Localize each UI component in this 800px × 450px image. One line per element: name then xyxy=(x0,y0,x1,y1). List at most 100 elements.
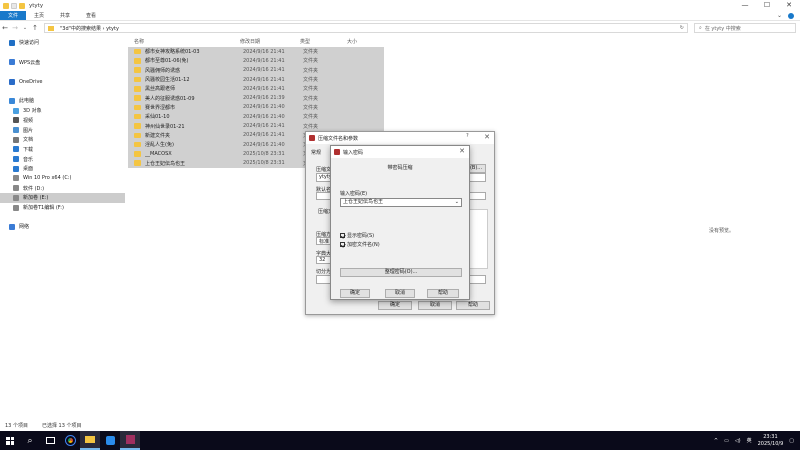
search-icon[interactable]: ⌕ xyxy=(20,431,40,450)
search-input[interactable]: ⌕ 在 ytyty 中搜索 xyxy=(694,23,796,33)
back-arrow-icon[interactable]: ← xyxy=(0,24,10,32)
sidebar-item[interactable]: 桌面 xyxy=(0,164,125,174)
address-bar[interactable]: "3d"中的搜索结果 › ytyty ↻ xyxy=(44,23,688,33)
chevron-up-icon[interactable]: ^ xyxy=(714,438,718,444)
windows-start-icon[interactable] xyxy=(0,431,20,450)
pw-ok-button[interactable]: 确定 xyxy=(340,289,370,298)
password-input[interactable]: 上仓王妃伝鸟也王 ⌄ xyxy=(340,198,462,207)
tab-general[interactable]: 常规 xyxy=(311,149,321,156)
image-icon xyxy=(13,127,19,134)
minimize-button[interactable]: — xyxy=(734,0,756,11)
tab-file[interactable]: 文件 xyxy=(0,11,27,20)
sidebar-item[interactable]: 新加卷T1编辑 (F:) xyxy=(0,203,125,213)
organize-passwords-button[interactable]: 整理密码(O)... xyxy=(340,268,462,277)
close-icon[interactable]: ✕ xyxy=(459,147,465,155)
file-row[interactable]: 赛世界涩都市 2024/9/16 21:40 文件夹 xyxy=(128,102,384,113)
pw-cancel-button[interactable]: 取消 xyxy=(385,289,415,298)
tab-home[interactable]: 主页 xyxy=(26,11,52,20)
desktop-icon xyxy=(13,165,19,172)
sidebar-item[interactable]: 音乐 xyxy=(0,154,125,164)
close-button[interactable]: ✕ xyxy=(778,0,800,11)
notification-icon[interactable]: ▢ xyxy=(789,438,794,444)
sidebar-item[interactable]: 下载 xyxy=(0,145,125,155)
app-icon[interactable] xyxy=(100,431,120,450)
up-arrow-icon[interactable]: ↑ xyxy=(30,24,40,32)
column-type[interactable]: 类型 xyxy=(300,38,347,45)
file-row[interactable]: 都市女神攻略系统01-03 2024/9/16 21:41 文件夹 xyxy=(128,47,384,57)
folder-icon[interactable] xyxy=(19,2,25,9)
tab-share[interactable]: 共享 xyxy=(52,11,78,20)
sidebar-item[interactable]: 网络 xyxy=(0,222,125,232)
folder-icon xyxy=(134,86,141,92)
sidebar-item[interactable]: 文档 xyxy=(0,135,125,145)
file-row[interactable]: 美人的征服诱惑01-09 2024/9/16 21:39 文件夹 xyxy=(128,93,384,103)
file-date: 2024/9/16 21:41 xyxy=(243,85,285,92)
chrome-icon[interactable] xyxy=(60,431,80,450)
file-date: 2024/9/16 21:40 xyxy=(243,141,285,148)
file-row[interactable]: 黑丝高跟老师 2024/9/16 21:41 文件夹 xyxy=(128,84,384,94)
column-name[interactable]: 名称 xyxy=(128,38,240,45)
sidebar-item-label: 新加卷 (E:) xyxy=(23,195,49,202)
check-icon[interactable] xyxy=(11,2,17,9)
file-name: 黑丝高跟老师 xyxy=(145,86,176,93)
chevron-down-icon[interactable]: ⌄ xyxy=(20,25,30,31)
file-row[interactable]: 风骚佣师的诱惑 2024/9/16 21:41 文件夹 xyxy=(128,65,384,75)
ime-indicator[interactable]: 英 xyxy=(747,437,752,444)
encrypt-names-checkbox[interactable]: 加密文件名(N) xyxy=(340,241,380,248)
file-row[interactable]: 风骚校园生活01-12 2024/9/16 21:41 文件夹 xyxy=(128,74,384,85)
clock-date: 2025/10/9 xyxy=(757,440,784,447)
clock[interactable]: 23:31 2025/10/9 xyxy=(758,434,784,448)
pw-help-button[interactable]: 帮助 xyxy=(427,289,459,298)
sidebar-item[interactable]: WPS云盘 xyxy=(0,57,125,67)
maximize-button[interactable]: ☐ xyxy=(756,0,778,11)
column-size[interactable]: 大小 xyxy=(347,38,387,45)
column-date[interactable]: 修改日期 xyxy=(240,38,300,45)
drive-icon xyxy=(13,175,19,182)
file-row[interactable]: 神州仙世录01-21 2024/9/16 21:41 文件夹 xyxy=(128,121,384,131)
sidebar-item[interactable]: OneDrive xyxy=(0,77,125,87)
file-row[interactable]: 采仙01-10 2024/9/16 21:40 文件夹 xyxy=(128,112,384,122)
forward-arrow-icon[interactable]: → xyxy=(10,24,20,32)
sidebar-item[interactable]: 新加卷 (E:) xyxy=(0,193,125,203)
file-name: 上仓王妃伝鸟也王 xyxy=(145,160,186,167)
chevron-down-icon[interactable]: ⌄ xyxy=(455,199,459,206)
folder-icon xyxy=(134,48,141,55)
address-row: ← → ⌄ ↑ "3d"中的搜索结果 › ytyty ↻ ⌕ 在 ytyty 中… xyxy=(0,21,800,35)
volume-icon[interactable]: ◁) xyxy=(735,438,741,444)
video-icon xyxy=(13,117,19,124)
tab-view[interactable]: 查看 xyxy=(78,11,104,20)
folder-icon xyxy=(134,76,141,83)
sidebar-item[interactable]: 快速访问 xyxy=(0,38,125,48)
sidebar-item[interactable]: 软件 (D:) xyxy=(0,183,125,193)
sidebar-item[interactable]: 视频 xyxy=(0,116,125,126)
refresh-icon[interactable]: ↻ xyxy=(680,25,684,31)
method-value: 标准 xyxy=(319,239,330,245)
sidebar-item[interactable]: Win 10 Pro x64 (C:) xyxy=(0,174,125,184)
ok-button[interactable]: 确定 xyxy=(378,301,412,310)
folder-icon xyxy=(134,67,141,73)
task-view-icon[interactable] xyxy=(40,431,60,450)
folder-icon xyxy=(134,113,141,120)
network-icon[interactable]: ▭ xyxy=(724,438,729,444)
music-icon xyxy=(13,156,19,163)
file-row[interactable]: 都市至尊01-06(免) 2024/9/16 21:41 文件夹 xyxy=(128,56,384,66)
help-button[interactable]: 帮助 xyxy=(456,301,490,310)
ribbon-tabs: 文件 主页 共享 查看 ⌄ xyxy=(0,11,800,21)
chevron-down-icon[interactable]: ⌄ xyxy=(777,12,782,19)
help-icon[interactable] xyxy=(788,12,794,19)
help-mark[interactable]: ? xyxy=(466,133,469,139)
sidebar-item[interactable]: 此电脑 xyxy=(0,96,125,106)
sidebar-item[interactable]: 3D 对象 xyxy=(0,106,125,116)
file-name: 淫乱人生(免) xyxy=(145,142,174,149)
sidebar-item-label: 快速访问 xyxy=(19,40,40,47)
sidebar-item-label: 软件 (D:) xyxy=(23,185,45,192)
close-icon[interactable]: ✕ xyxy=(484,133,490,141)
winrar-icon[interactable] xyxy=(120,431,140,450)
cancel-button[interactable]: 取消 xyxy=(418,301,452,310)
folder-icon xyxy=(134,123,141,129)
network-icon xyxy=(9,223,15,230)
show-password-checkbox[interactable]: 显示密码(S) xyxy=(340,232,374,239)
sidebar-item[interactable]: 图片 xyxy=(0,125,125,135)
file-date: 2024/9/16 21:41 xyxy=(243,132,285,139)
file-explorer-icon[interactable] xyxy=(80,431,100,450)
